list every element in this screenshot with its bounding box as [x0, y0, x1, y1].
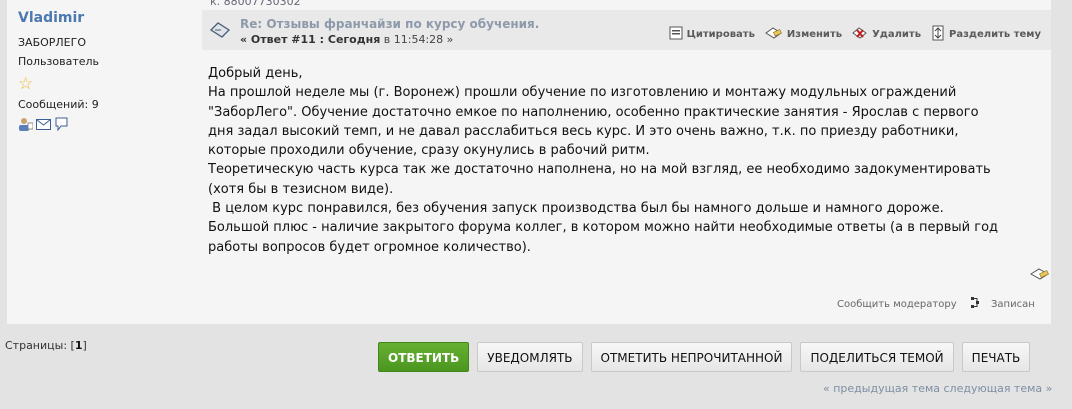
- quote-button[interactable]: Цитировать: [669, 25, 755, 44]
- reply-button[interactable]: ОТВЕТИТЬ: [378, 342, 470, 372]
- pm-icon[interactable]: [54, 116, 69, 132]
- logged-label: Записан: [991, 299, 1035, 310]
- split-label: Разделить тему: [949, 29, 1041, 40]
- split-icon: [931, 25, 945, 44]
- pages-close: ]: [82, 339, 87, 352]
- ip-icon: [970, 296, 986, 313]
- poster-group: ЗАБОРЛЕГО: [18, 36, 87, 49]
- delete-label: Удалить: [872, 29, 922, 40]
- post-meta: « Ответ #11 : Сегодня в 11:54:28 »: [240, 33, 453, 46]
- post-time: в 11:54:28 »: [380, 33, 454, 46]
- profile-icon[interactable]: [18, 116, 34, 131]
- cut-off-text: к. 88007730302: [210, 0, 430, 6]
- logged-ip: Записан: [970, 296, 1035, 313]
- topic-navigation[interactable]: « предыдущая тема следующая тема »: [823, 382, 1052, 395]
- delete-button[interactable]: Удалить: [852, 25, 921, 44]
- pages-label: Страницы: [: [5, 339, 75, 352]
- notify-button[interactable]: УВЕДОМЛЯТЬ: [477, 342, 583, 372]
- quote-label: Цитировать: [686, 29, 755, 40]
- pagination: Страницы: [1]: [5, 339, 87, 352]
- poster-post-count: Сообщений: 9: [18, 98, 99, 111]
- topic-buttons: ОТВЕТИТЬ УВЕДОМЛЯТЬ ОТМЕТИТЬ НЕПРОЧИТАНН…: [378, 342, 1031, 372]
- reply-number[interactable]: « Ответ #11 : Сегодня: [240, 33, 380, 46]
- poster-name[interactable]: Vladimir: [18, 10, 198, 26]
- post-header: Re: Отзывы франчайзи по курсу обучения. …: [202, 10, 1051, 50]
- post-title[interactable]: Re: Отзывы франчайзи по курсу обучения.: [240, 17, 539, 31]
- email-icon[interactable]: [36, 116, 51, 130]
- poster-info: Vladimir ЗАБОРЛЕГО Пользователь ☆ Сообще…: [18, 10, 198, 132]
- mark-unread-button[interactable]: ОТМЕТИТЬ НЕПРОЧИТАННОЙ: [590, 342, 793, 372]
- post-body: Добрый день, На прошлой неделе мы (г. Во…: [208, 66, 999, 255]
- delete-icon: [852, 26, 868, 43]
- inline-modify-icon[interactable]: [1030, 266, 1050, 286]
- quote-icon: [669, 26, 683, 43]
- modify-button[interactable]: Изменить: [764, 25, 843, 44]
- modify-label: Изменить: [786, 29, 843, 40]
- topic-icon: [209, 21, 231, 43]
- print-button[interactable]: ПЕЧАТЬ: [961, 342, 1031, 372]
- split-topic-button[interactable]: Разделить тему: [931, 25, 1041, 44]
- report-to-moderator-link[interactable]: Сообщить модератору: [837, 299, 957, 310]
- share-topic-button[interactable]: ПОДЕЛИТЬСЯ ТЕМОЙ: [800, 342, 954, 372]
- post-actions: Цитировать Изменить Удалить Разделить те…: [669, 25, 1041, 44]
- post-container: к. 88007730302 Vladimir ЗАБОРЛЕГО Пользо…: [7, 0, 1051, 324]
- poster-icons: [18, 116, 198, 132]
- star-icon: ☆: [18, 74, 34, 94]
- modify-icon: [764, 26, 783, 43]
- poster-role: Пользователь: [18, 55, 100, 68]
